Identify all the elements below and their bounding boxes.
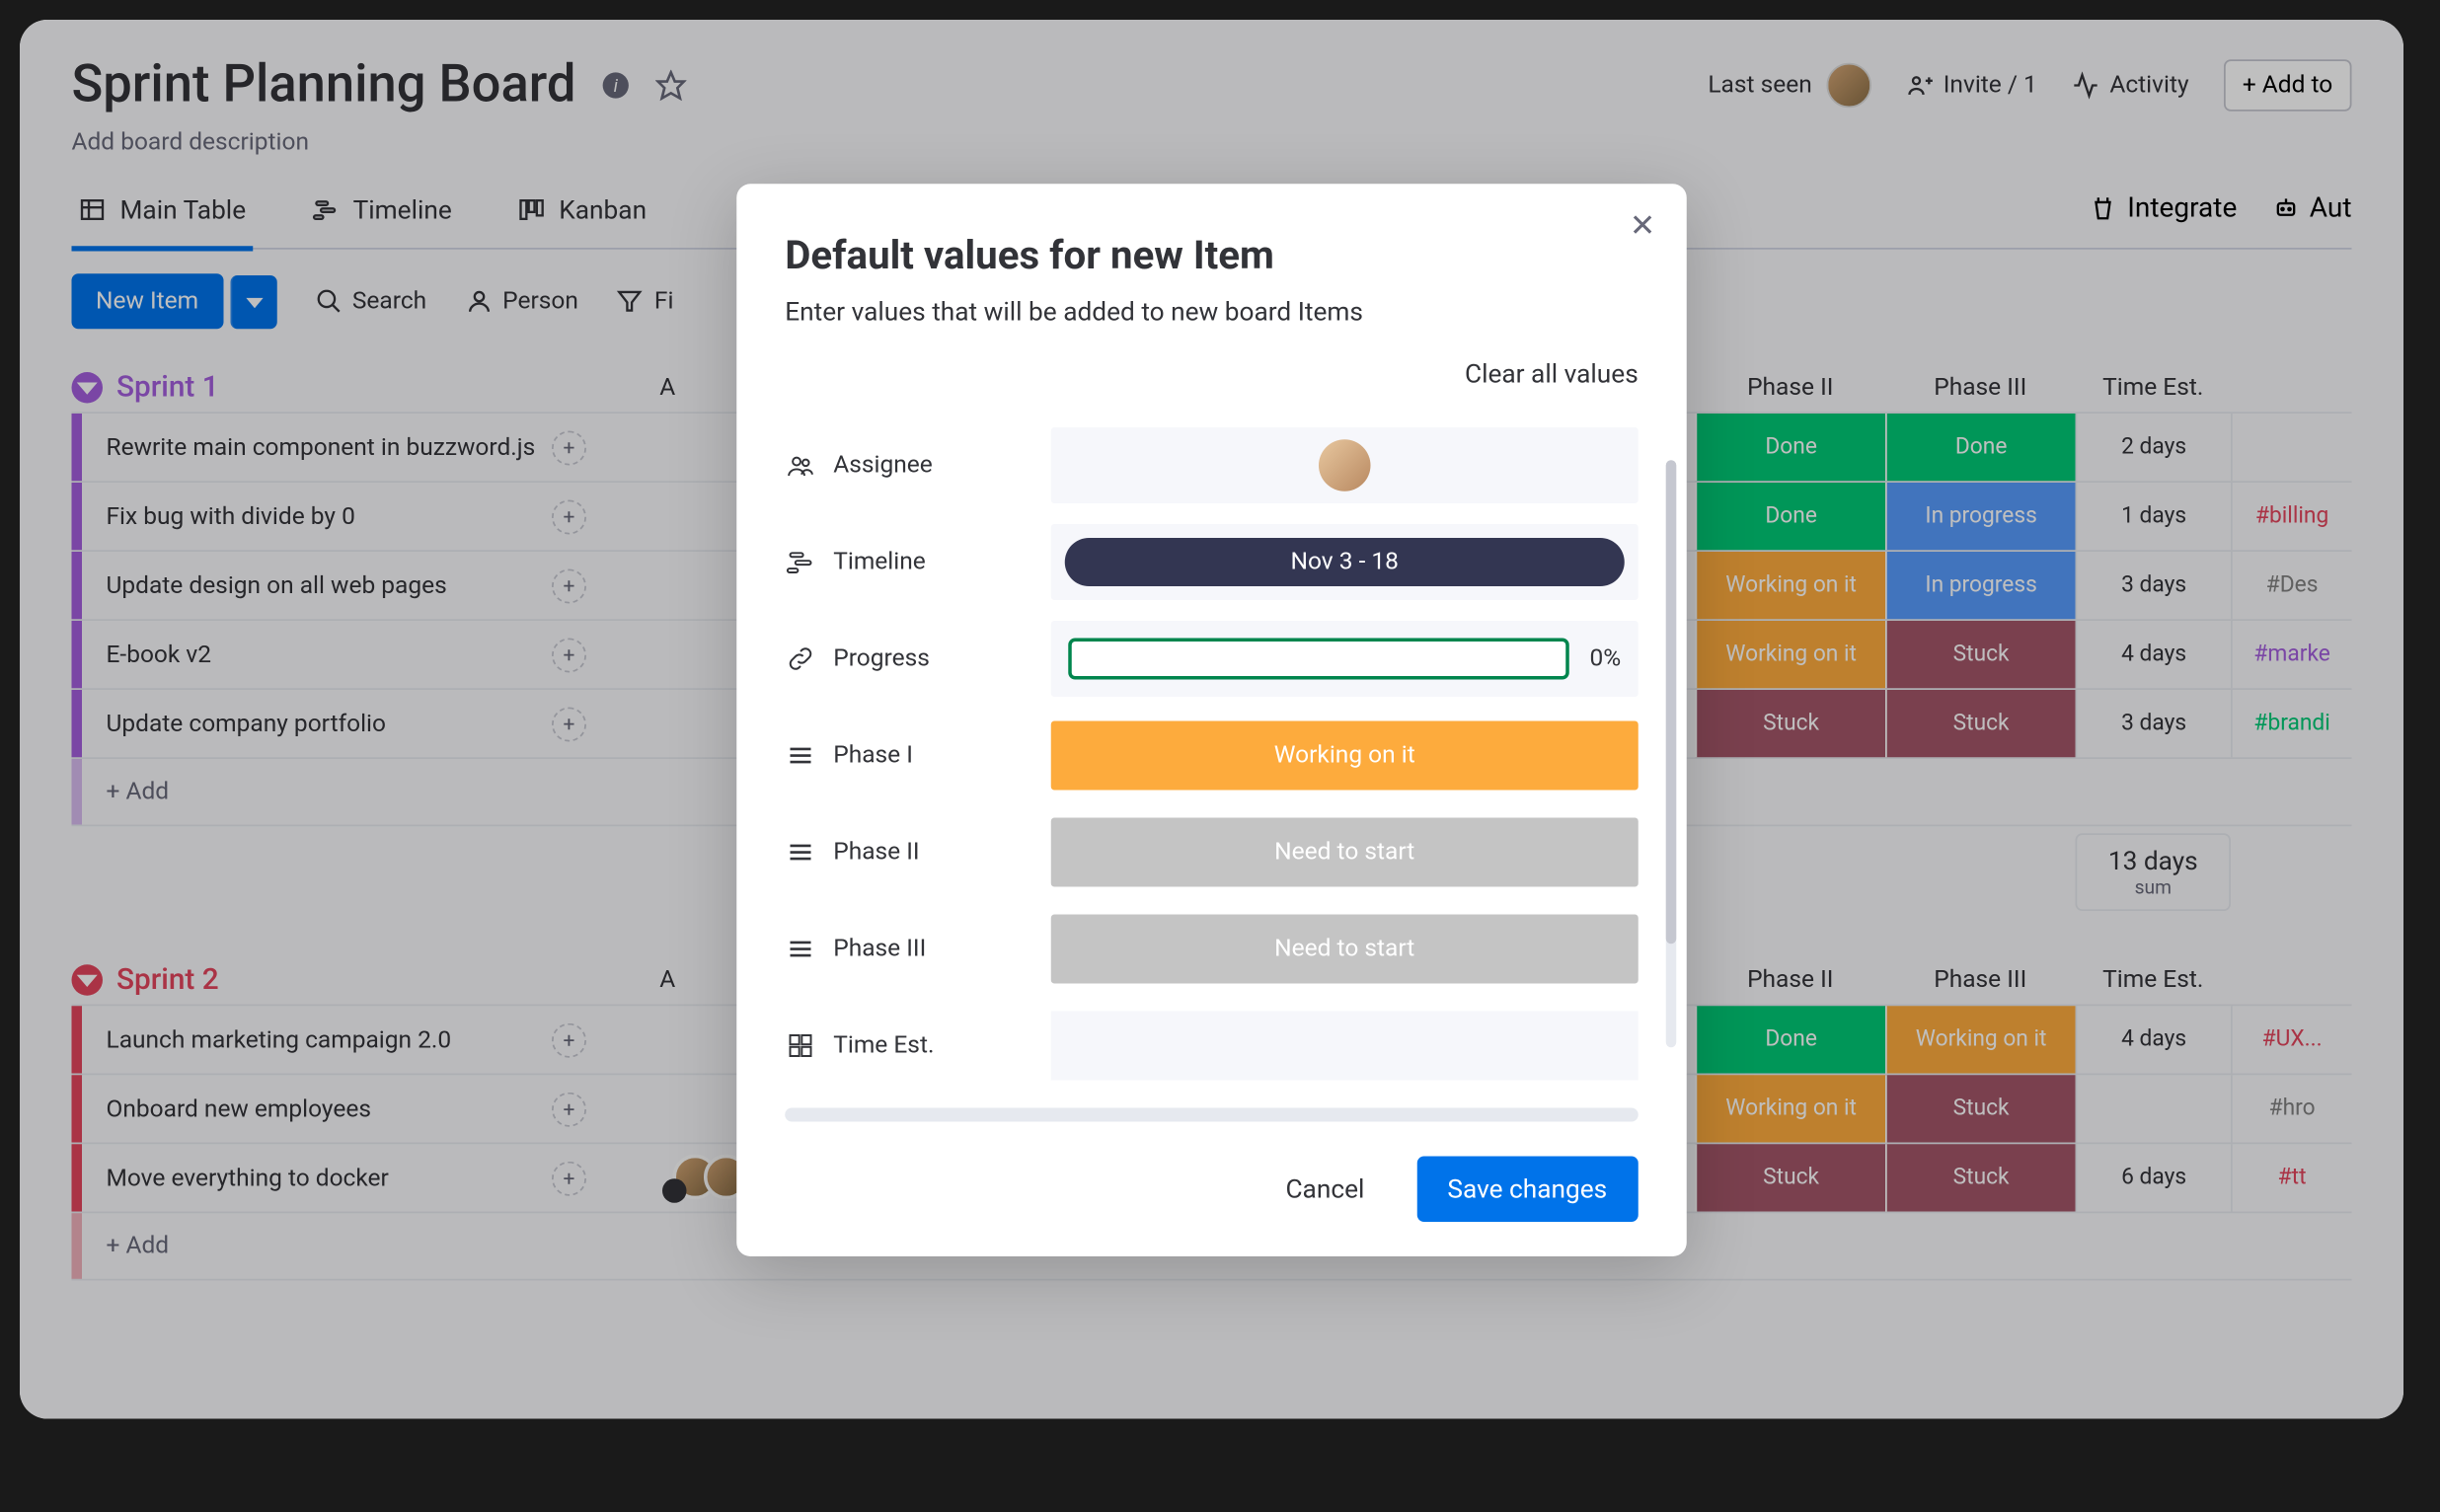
- list-icon: [785, 836, 816, 868]
- list-icon: [785, 739, 816, 771]
- progress-field[interactable]: 0%: [1051, 620, 1639, 696]
- field-phase2-label: Phase II: [833, 838, 919, 866]
- progress-bar: [1068, 638, 1568, 679]
- field-phase1-label: Phase I: [833, 741, 913, 769]
- link-icon: [785, 643, 816, 674]
- cancel-button[interactable]: Cancel: [1268, 1159, 1382, 1218]
- field-time-est-label: Time Est.: [833, 1031, 934, 1059]
- people-icon: [785, 449, 816, 481]
- avatar: [1319, 438, 1371, 491]
- phase3-field[interactable]: Need to start: [1051, 914, 1639, 983]
- field-progress-label: Progress: [833, 644, 930, 672]
- timeline-field[interactable]: Nov 3 - 18: [1051, 523, 1639, 599]
- default-values-modal: ✕ Default values for new Item Enter valu…: [736, 183, 1687, 1255]
- field-phase3-label: Phase III: [833, 935, 926, 962]
- modal-title: Default values for new Item: [736, 231, 1687, 277]
- field-timeline-label: Timeline: [833, 548, 926, 575]
- save-changes-button[interactable]: Save changes: [1416, 1156, 1639, 1222]
- list-icon: [785, 933, 816, 964]
- close-icon[interactable]: ✕: [1630, 207, 1655, 244]
- grid-icon: [785, 1029, 816, 1061]
- assignee-field[interactable]: [1051, 426, 1639, 502]
- clear-all-values[interactable]: Clear all values: [736, 357, 1687, 389]
- phase2-field[interactable]: Need to start: [1051, 817, 1639, 886]
- timeline-value: Nov 3 - 18: [1065, 537, 1625, 585]
- modal-overlay: ✕ Default values for new Item Enter valu…: [20, 20, 2403, 1419]
- phase1-field[interactable]: Working on it: [1051, 720, 1639, 790]
- field-assignee-label: Assignee: [833, 451, 933, 479]
- modal-horizontal-scrollbar[interactable]: [785, 1107, 1639, 1121]
- time-est-field[interactable]: [1051, 1011, 1639, 1080]
- modal-scrollbar[interactable]: [1666, 459, 1677, 1046]
- progress-value: 0%: [1590, 644, 1622, 672]
- modal-subtitle: Enter values that will be added to new b…: [736, 295, 1687, 327]
- timeline-icon: [785, 546, 816, 577]
